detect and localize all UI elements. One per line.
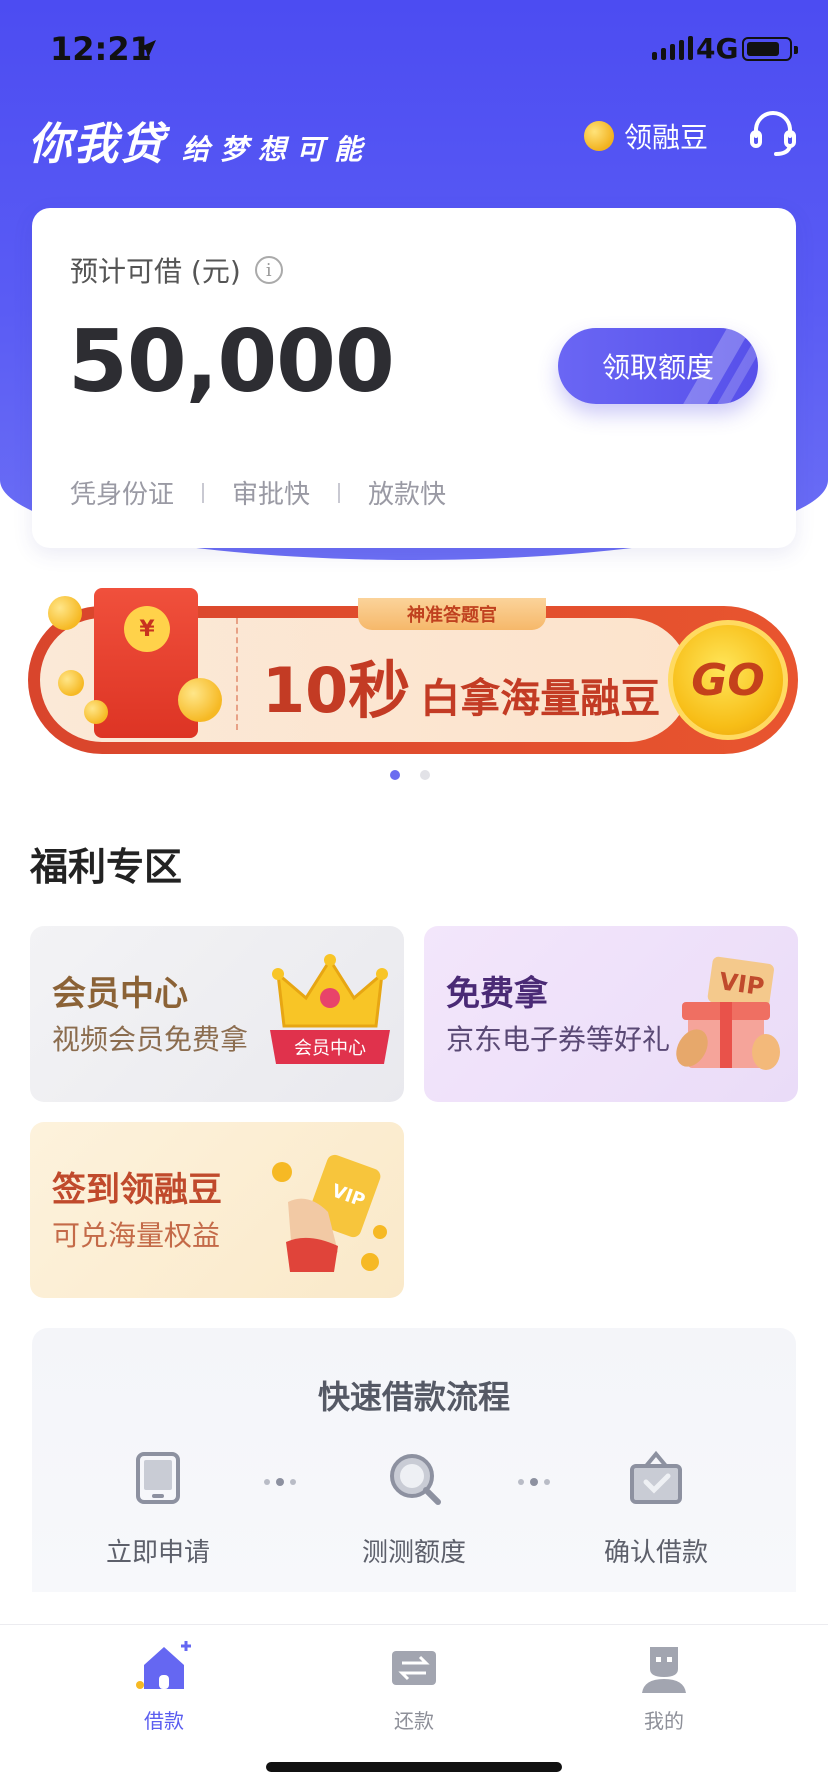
crown-badge-text: 会员中心 [294, 1038, 366, 1059]
battery-icon [742, 37, 798, 61]
free-gift-subtitle: 京东电子券等好礼 [446, 1023, 671, 1056]
magnifier-icon [390, 1454, 441, 1505]
feature-fast-approval: 审批快 [232, 480, 311, 510]
feature-divider [202, 482, 205, 503]
headset-icon[interactable] [748, 108, 798, 158]
banner-headline: 10秒 白拿海量融豆 [262, 640, 660, 730]
flow-step-estimate: 测测额度 [314, 1450, 514, 1569]
pagination-dot[interactable] [420, 770, 430, 780]
gold-coin-icon [84, 700, 108, 724]
loan-card: 预计可借 (元) i 50,000 领取额度 凭身份证 审批快 放款快 [32, 208, 796, 548]
coin-link-label: 领融豆 [624, 121, 709, 154]
brand-logo: 你我贷 给梦想可能 [28, 108, 372, 172]
go-button[interactable]: GO [668, 620, 788, 740]
home-indicator[interactable] [266, 1762, 562, 1772]
flow-title: 快速借款流程 [317, 1378, 510, 1416]
pagination-dot-active[interactable] [390, 770, 400, 780]
flow-step-confirm: 确认借款 [556, 1450, 756, 1569]
banner-divider [236, 618, 238, 730]
gold-coin-icon [58, 670, 84, 696]
check-in-subtitle: 可兑海量权益 [52, 1219, 221, 1252]
vip-card-hand-icon: VIP [272, 1154, 387, 1272]
member-center-title: 会员中心 [52, 974, 188, 1014]
flow-connector [264, 1478, 296, 1486]
loan-label: 预计可借 (元) [70, 255, 241, 288]
free-gift-card[interactable]: 免费拿 京东电子券等好礼 VIP [424, 926, 798, 1102]
gold-coin-icon [178, 678, 222, 722]
flow-step-estimate-label: 测测额度 [361, 1538, 466, 1568]
flow-connector [518, 1478, 550, 1486]
home-icon [136, 1641, 191, 1689]
quiz-banner[interactable]: ¥ 神准答题官 10秒 白拿海量融豆 GO [28, 588, 798, 754]
red-envelope-icon: ¥ [94, 588, 198, 738]
loan-amount: 50,000 [68, 312, 395, 412]
crown-icon: 会员中心 [270, 954, 390, 1064]
signal-strength-icon [652, 36, 693, 60]
member-center-card[interactable]: 会员中心 视频会员免费拿 会员中心 [30, 926, 404, 1102]
tab-repay[interactable]: 还款 [334, 1639, 494, 1734]
briefcase-check-icon [630, 1450, 682, 1504]
tab-loan[interactable]: 借款 [84, 1639, 244, 1734]
yuan-seal: ¥ [124, 606, 170, 652]
fast-loan-flow: 快速借款流程 立即申请 测测额度 确认借款 [32, 1328, 796, 1592]
loan-features: 凭身份证 审批快 放款快 [70, 474, 446, 511]
tab-repay-label: 还款 [394, 1709, 434, 1733]
flow-step-confirm-label: 确认借款 [603, 1538, 708, 1568]
member-center-subtitle: 视频会员免费拿 [52, 1023, 249, 1056]
network-type: 4G [696, 32, 739, 65]
brand-name: 你我贷 [28, 119, 166, 170]
brand-slogan: 给梦想可能 [182, 133, 373, 166]
profile-icon [642, 1647, 686, 1693]
repay-icon [392, 1651, 436, 1685]
banner-tag: 神准答题官 [358, 598, 546, 630]
tab-loan-label: 借款 [144, 1709, 184, 1733]
gold-coin-icon [48, 596, 82, 630]
loan-label-row: 预计可借 (元) i [70, 250, 283, 290]
flow-step-apply: 立即申请 [58, 1450, 258, 1569]
status-bar: 12:21 4G [0, 0, 828, 100]
feature-id-card: 凭身份证 [70, 480, 175, 510]
tab-mine[interactable]: 我的 [584, 1639, 744, 1734]
tablet-icon [136, 1452, 180, 1504]
flow-step-apply-label: 立即申请 [105, 1538, 210, 1568]
location-arrow-icon [138, 40, 156, 58]
check-in-card[interactable]: 签到领融豆 可兑海量权益 VIP [30, 1122, 404, 1298]
check-in-title: 签到领融豆 [52, 1170, 222, 1210]
gift-box-icon: VIP [676, 956, 780, 1070]
feature-fast-payout: 放款快 [368, 480, 447, 510]
coin-icon [584, 121, 614, 151]
info-icon[interactable]: i [254, 256, 283, 284]
banner-headline-small: 白拿海量融豆 [420, 676, 661, 722]
feature-divider [338, 482, 341, 503]
tab-mine-label: 我的 [644, 1709, 684, 1733]
banner-headline-big: 10秒 [262, 654, 411, 727]
claim-credit-button[interactable]: 领取额度 [558, 328, 758, 404]
free-gift-title: 免费拿 [446, 974, 548, 1014]
coin-link[interactable]: 领融豆 [584, 116, 708, 156]
welfare-section-title: 福利专区 [30, 845, 183, 889]
banner-pagination [390, 770, 430, 780]
